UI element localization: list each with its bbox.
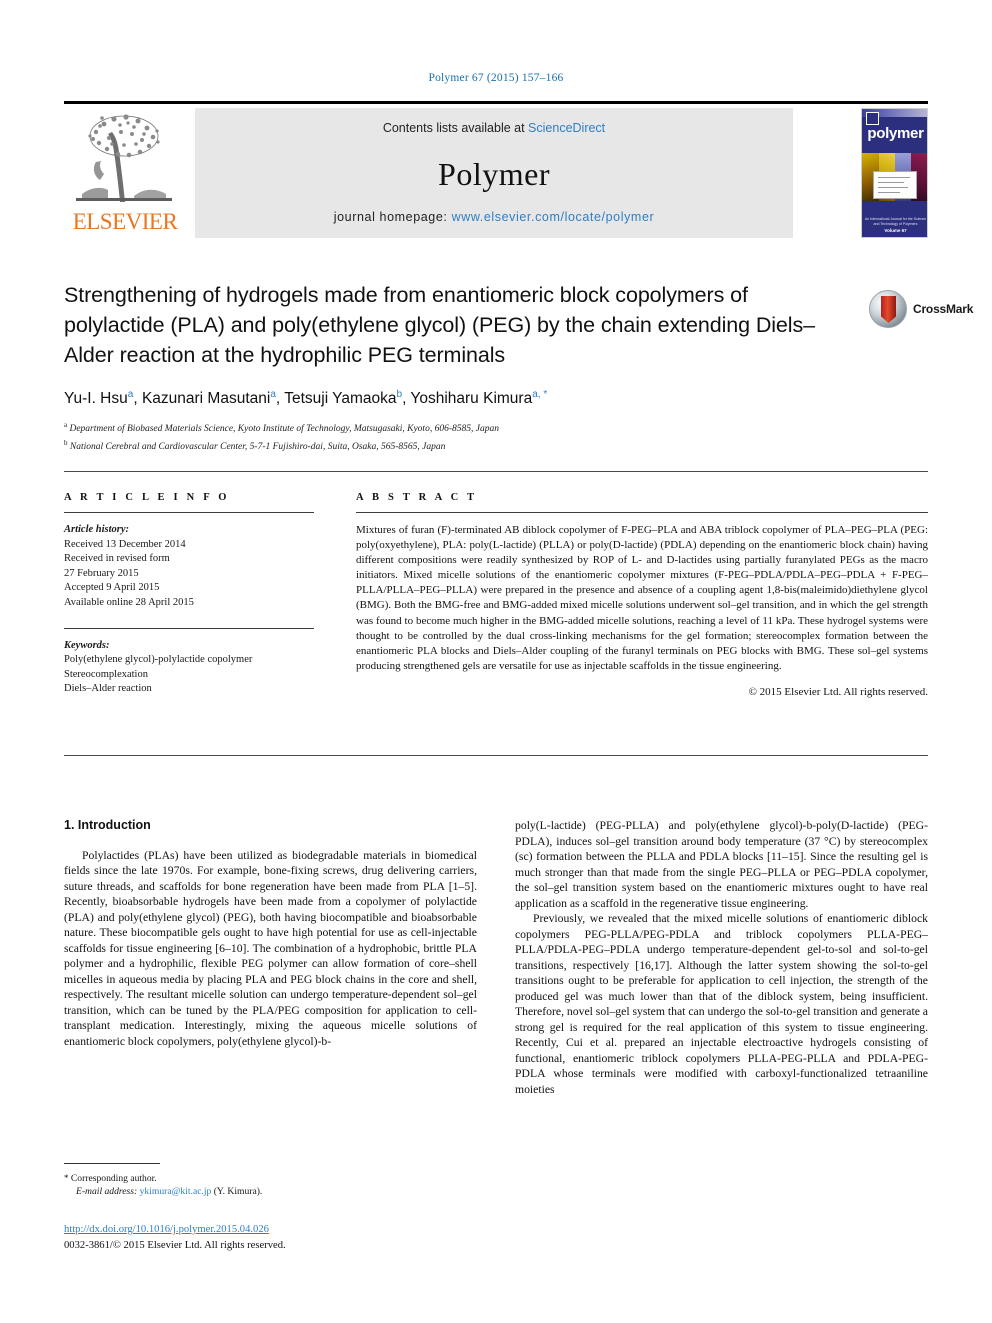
masthead-center-band: Contents lists available at ScienceDirec… [195, 108, 793, 238]
corresponding-label: Corresponding author. [70, 1173, 157, 1184]
paper-page: Polymer 67 (2015) 157–166 ELSEVIER Conte… [0, 0, 992, 1323]
cover-logo-icon [866, 112, 879, 125]
author-list: Yu-I. Hsua, Kazunari Masutania, Tetsuji … [64, 389, 548, 408]
body-column-left: 1. Introduction Polylactides (PLAs) have… [64, 818, 477, 1049]
journal-title: Polymer [438, 156, 550, 192]
affiliation-list: a Department of Biobased Materials Scien… [64, 419, 854, 454]
keywords-label: Keywords: [64, 639, 110, 651]
author-affil-marker: a [127, 389, 134, 400]
keyword-item: Poly(ethylene glycol)-polylactide copoly… [64, 654, 253, 666]
email-link[interactable]: ykimura@kit.ac.jp [140, 1186, 212, 1197]
page-title: Strengthening of hydrogels made from ena… [64, 283, 815, 367]
affiliation-marker: b [64, 438, 68, 447]
body-paragraph: Previously, we revealed that the mixed m… [515, 912, 928, 1096]
body-column-right: poly(L-lactide) (PEG-PLLA) and poly(ethy… [515, 818, 928, 1097]
abstract-text: Mixtures of furan (F)-terminated AB dibl… [356, 524, 928, 672]
running-head: Polymer 67 (2015) 157–166 [428, 72, 564, 84]
abstract-copyright: © 2015 Elsevier Ltd. All rights reserved… [748, 685, 928, 698]
abstract-heading: A B S T R A C T [356, 492, 478, 503]
article-history-block: Article history: Received 13 December 20… [64, 523, 314, 611]
journal-cover-thumbnail[interactable]: polymer An International Journal for the… [861, 108, 928, 238]
author-affil-marker: b [396, 389, 403, 400]
journal-homepage-line: journal homepage: www.elsevier.com/locat… [195, 210, 793, 224]
crossmark-book-icon [881, 296, 896, 323]
cover-journal-name: polymer [867, 125, 924, 142]
article-history-label: Article history: [64, 524, 130, 535]
elsevier-logo: ELSEVIER [64, 108, 184, 238]
article-info-heading: A R T I C L E I N F O [64, 492, 230, 503]
email-line: E-mail address: ykimura@kit.ac.jp (Y. Ki… [64, 1185, 464, 1198]
affiliation-item: a Department of Biobased Materials Scien… [64, 419, 854, 437]
author-name[interactable]: Tetsuji Yamaoka [284, 390, 396, 407]
doi-link[interactable]: http://dx.doi.org/10.1016/j.polymer.2015… [64, 1224, 269, 1235]
footnote-rule [64, 1163, 160, 1164]
keyword-item: Stereocomplexation [64, 668, 148, 680]
section-heading-introduction: 1. Introduction [64, 818, 151, 832]
divider-under-authors [64, 471, 928, 472]
contents-available-line: Contents lists available at ScienceDirec… [195, 121, 793, 135]
elsevier-wordmark: ELSEVIER [72, 209, 178, 234]
contents-prefix: Contents lists available at [382, 121, 529, 135]
article-info-section: A R T I C L E I N F O Article history: R… [64, 492, 314, 697]
crossmark-badge[interactable]: CrossMark [869, 290, 973, 332]
author-affil-marker: a [270, 389, 276, 400]
author-name[interactable]: Kazunari Masutani [142, 390, 270, 407]
history-item: 27 February 2015 [64, 567, 139, 579]
issn-copyright: 0032-3861/© 2015 Elsevier Ltd. All right… [64, 1240, 286, 1251]
sciencedirect-link[interactable]: ScienceDirect [528, 121, 605, 135]
author-name[interactable]: Yu-I. Hsu [64, 390, 128, 407]
keyword-item: Diels–Alder reaction [64, 683, 152, 695]
corresponding-star: * [64, 1173, 69, 1183]
affiliation-text: Department of Biobased Materials Science… [69, 424, 499, 435]
author-affil-marker: a, * [532, 389, 548, 400]
email-owner: (Y. Kimura). [213, 1186, 263, 1198]
keywords-block: Keywords: Poly(ethylene glycol)-polylact… [64, 639, 314, 697]
divider-under-abstract [64, 755, 928, 756]
corresponding-author-note: * Corresponding author. E-mail address: … [64, 1172, 464, 1199]
affiliation-item: b National Cerebral and Cardiovascular C… [64, 437, 854, 455]
article-info-rule [64, 512, 314, 513]
title-block: Strengthening of hydrogels made from ena… [64, 280, 854, 454]
affiliation-marker: a [64, 421, 68, 430]
masthead-top-rule [64, 101, 928, 104]
homepage-prefix: journal homepage: [333, 210, 452, 224]
email-label: E-mail address: [76, 1186, 138, 1198]
keywords-rule [64, 627, 314, 629]
abstract-section: A B S T R A C T Mixtures of furan (F)-te… [356, 492, 928, 698]
crossmark-disc-icon [869, 290, 907, 328]
history-item: Received 13 December 2014 [64, 538, 186, 550]
elsevier-tree-icon [74, 110, 174, 206]
history-item: Accepted 9 April 2015 [64, 582, 160, 594]
cover-inset-figure [873, 171, 917, 199]
cover-footer-text: An International Journal for the Science… [864, 217, 927, 233]
author-name[interactable]: Yoshiharu Kimura [410, 390, 532, 407]
body-paragraph: Polylactides (PLAs) have been utilized a… [64, 848, 477, 1048]
journal-homepage-link[interactable]: www.elsevier.com/locate/polymer [452, 210, 655, 224]
affiliation-text: National Cerebral and Cardiovascular Cen… [69, 441, 446, 452]
journal-masthead: ELSEVIER Contents lists available at Sci… [64, 101, 928, 241]
history-item: Received in revised form [64, 553, 170, 565]
crossmark-label: CrossMark [913, 302, 974, 316]
abstract-rule [356, 512, 928, 513]
history-item: Available online 28 April 2015 [64, 596, 194, 608]
corresponding-line: * Corresponding author. [64, 1172, 464, 1185]
body-paragraph: poly(L-lactide) (PEG-PLLA) and poly(ethy… [515, 819, 928, 910]
